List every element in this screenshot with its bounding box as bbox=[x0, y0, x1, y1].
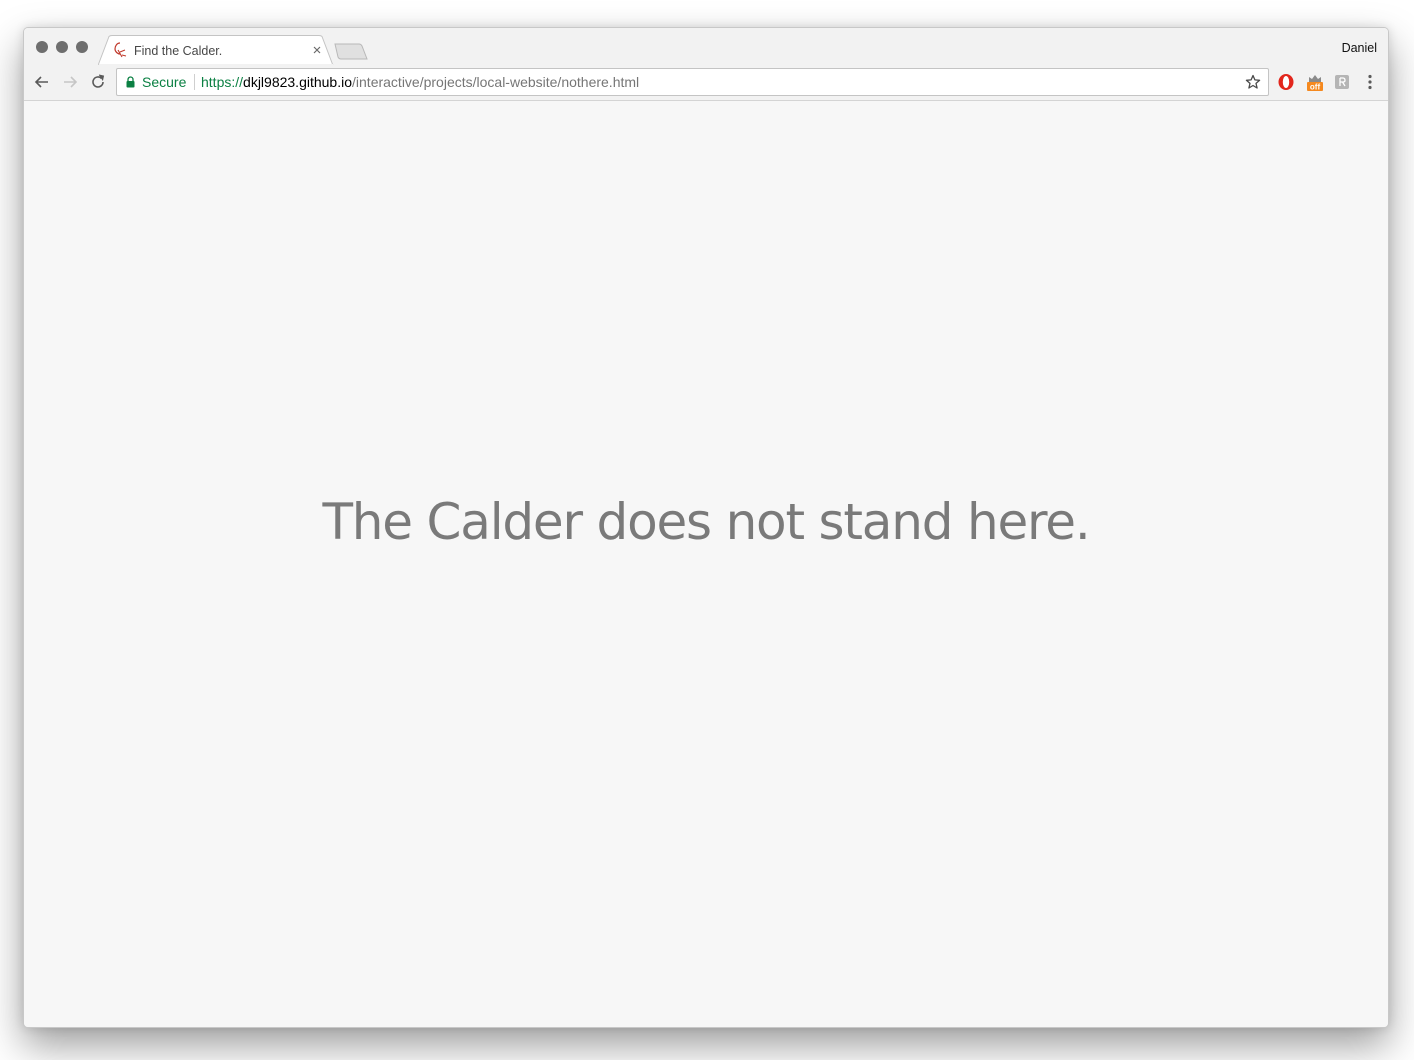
profile-name[interactable]: Daniel bbox=[1342, 41, 1377, 55]
toolbar: Secure https://dkjl9823.github.io/intera… bbox=[24, 65, 1388, 101]
tab-find-the-calder[interactable]: Find the Calder. bbox=[98, 35, 334, 66]
forward-arrow-icon[interactable] bbox=[60, 72, 80, 92]
opera-icon[interactable] bbox=[1277, 73, 1295, 91]
minimize-window-button[interactable] bbox=[56, 41, 68, 53]
more-menu-icon[interactable] bbox=[1363, 73, 1377, 91]
honey-icon[interactable]: off bbox=[1306, 73, 1324, 91]
back-arrow-icon[interactable] bbox=[32, 72, 52, 92]
url-text[interactable]: https://dkjl9823.github.io/interactive/p… bbox=[201, 74, 639, 90]
reload-icon[interactable] bbox=[88, 72, 108, 92]
title-bar: Find the Calder. Daniel bbox=[24, 28, 1388, 66]
lock-icon[interactable] bbox=[126, 76, 135, 88]
bookmark-star-icon[interactable] bbox=[1245, 74, 1261, 90]
calder-mobile-icon bbox=[114, 42, 127, 58]
omnibox-divider bbox=[194, 74, 195, 90]
url-host: dkjl9823.github.io bbox=[243, 74, 353, 90]
page-content: The Calder does not stand here. bbox=[24, 101, 1388, 1027]
maximize-window-button[interactable] bbox=[76, 41, 88, 53]
security-label[interactable]: Secure bbox=[142, 74, 186, 90]
extension-icon[interactable] bbox=[1333, 73, 1351, 91]
close-window-button[interactable] bbox=[36, 41, 48, 53]
address-bar[interactable]: Secure https://dkjl9823.github.io/intera… bbox=[116, 68, 1269, 96]
url-path: /interactive/projects/local-website/noth… bbox=[352, 74, 640, 90]
page-message: The Calder does not stand here. bbox=[322, 493, 1090, 551]
tab-title: Find the Calder. bbox=[134, 44, 223, 58]
url-scheme: https:// bbox=[201, 74, 244, 90]
browser-window: Find the Calder. Daniel Secure https://d… bbox=[23, 27, 1389, 1028]
honey-badge: off bbox=[1310, 83, 1321, 92]
new-tab-button[interactable] bbox=[332, 42, 372, 62]
close-tab-icon[interactable] bbox=[312, 45, 322, 55]
